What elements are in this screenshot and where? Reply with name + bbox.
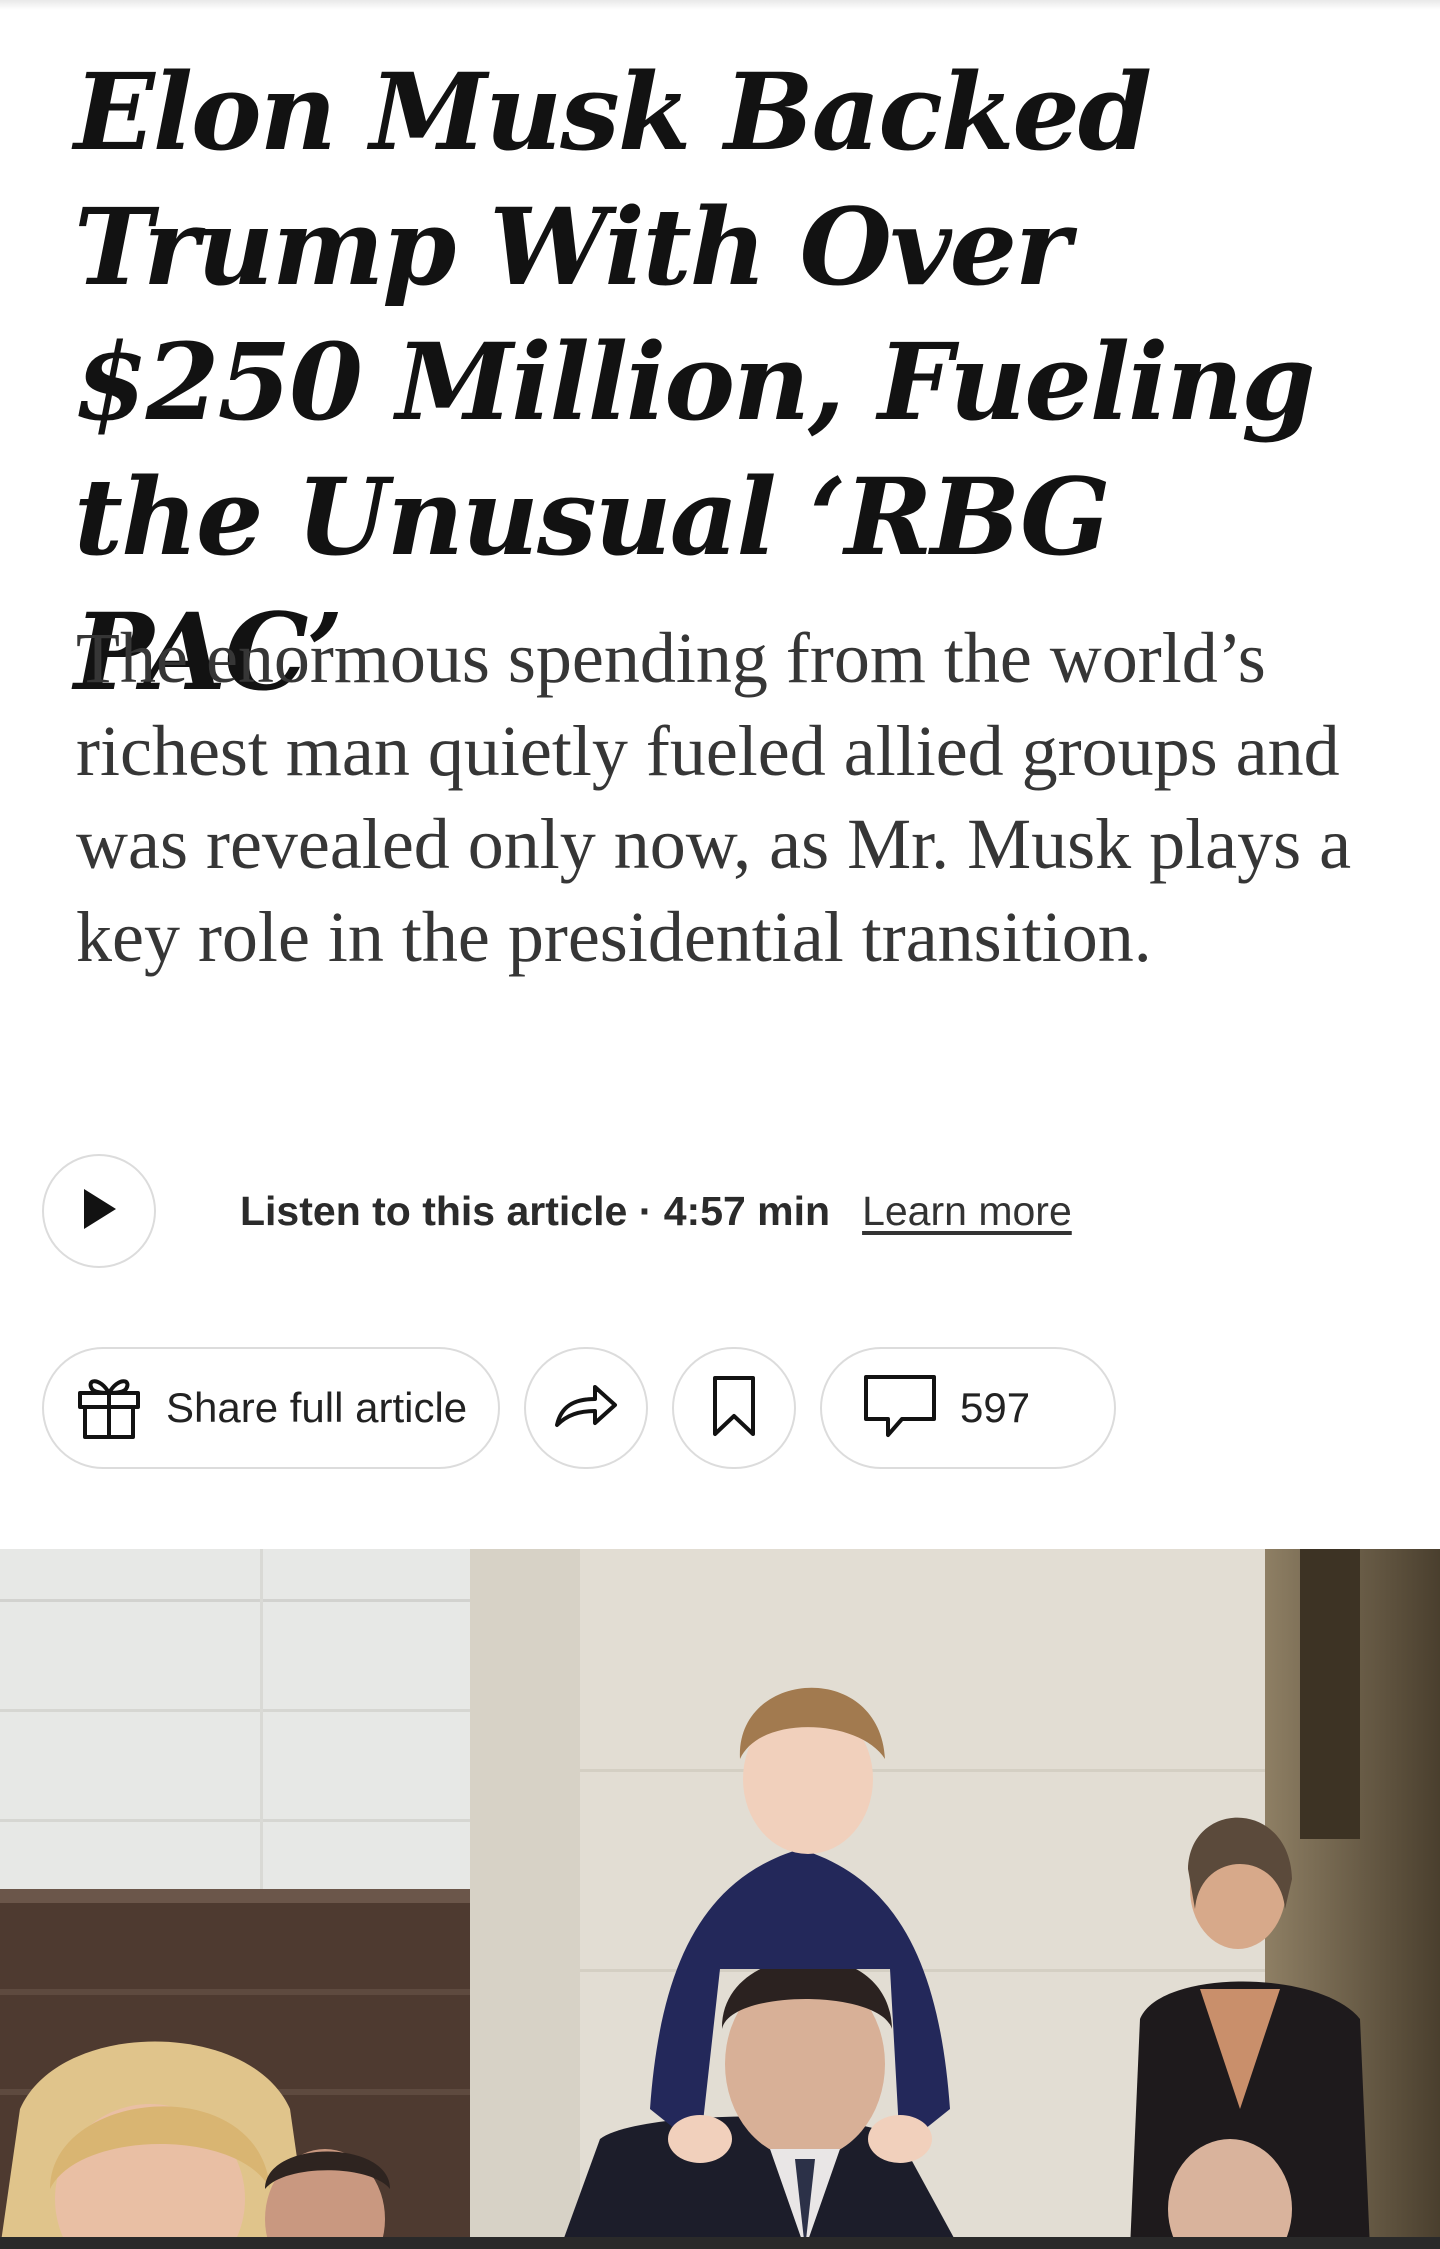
- save-button[interactable]: [672, 1347, 796, 1469]
- audio-player: Listen to this article · 4:57 min Learn …: [42, 1152, 1072, 1270]
- comments-button[interactable]: 597: [820, 1347, 1116, 1469]
- bookmark-icon: [711, 1374, 757, 1442]
- article-lead-photo: [0, 1549, 1440, 2249]
- play-button[interactable]: [42, 1154, 156, 1268]
- top-edge-shadow: [0, 0, 1440, 10]
- share-button[interactable]: [524, 1347, 648, 1469]
- gift-icon: [74, 1371, 144, 1445]
- share-arrow-icon: [551, 1381, 621, 1435]
- article-summary: The enormous spending from the world’s r…: [76, 618, 1352, 977]
- play-icon: [80, 1187, 118, 1235]
- lead-photo-illustration: [0, 1549, 1440, 2249]
- comments-count: 597: [960, 1384, 1031, 1431]
- listen-label: Listen to this article · 4:57 min: [240, 1187, 831, 1234]
- comment-bubble-icon: [862, 1373, 938, 1443]
- share-full-article-button[interactable]: Share full article: [42, 1347, 500, 1469]
- learn-more-link[interactable]: Learn more: [862, 1188, 1072, 1235]
- share-full-article-label: Share full article: [166, 1384, 468, 1431]
